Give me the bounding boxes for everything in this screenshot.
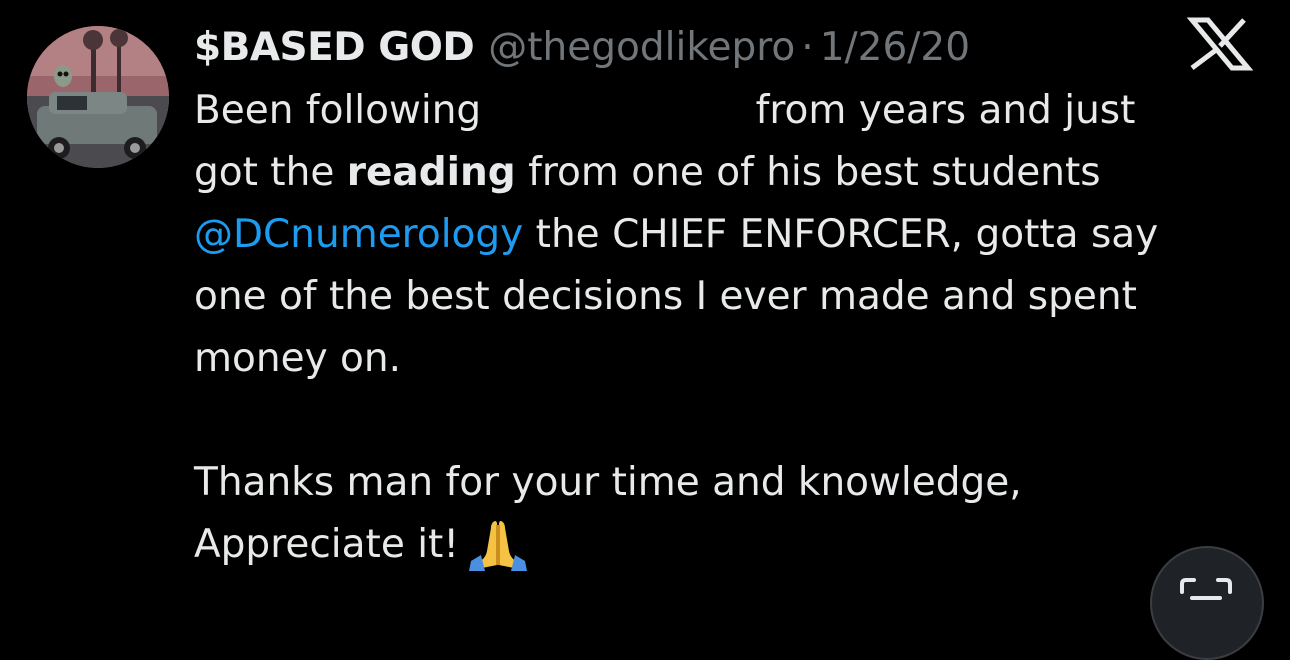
- x-logo-icon: [1178, 16, 1258, 72]
- display-name[interactable]: $BASED GOD: [194, 20, 475, 76]
- avatar-image: [27, 26, 169, 168]
- tweet-text: from years and just: [755, 88, 1136, 133]
- scan-text-icon: [1180, 578, 1232, 600]
- folded-hands-emoji: [467, 515, 529, 571]
- tweet-text: Thanks man for your time and knowledge,: [194, 460, 1022, 505]
- tweet-body: Been following from years and just got t…: [194, 80, 1274, 576]
- tweet-line-3: @DCnumerology the CHIEF ENFORCER, gotta …: [194, 204, 1274, 266]
- tweet-line-1: Been following from years and just: [194, 80, 1274, 142]
- tweet-line-5: money on.: [194, 328, 1274, 390]
- mention-link[interactable]: @DCnumerology: [194, 212, 523, 257]
- tweet-text: the CHIEF ENFORCER, gotta say: [523, 212, 1159, 257]
- tweet-text: got the: [194, 150, 347, 195]
- tweet-line-4: one of the best decisions I ever made an…: [194, 266, 1274, 328]
- tweet-header: $BASED GOD @thegodlikepro · 1/26/20: [194, 20, 970, 76]
- tweet-text: Been following: [194, 88, 482, 133]
- tweet-line-2: got the reading from one of his best stu…: [194, 142, 1274, 204]
- tweet-line-6: Thanks man for your time and knowledge,: [194, 452, 1274, 514]
- separator-dot: ·: [801, 25, 814, 70]
- tweet-text: money on.: [194, 336, 402, 381]
- bold-text: reading: [346, 150, 516, 195]
- user-handle[interactable]: @thegodlikepro: [488, 20, 795, 76]
- tweet-text: one of the best decisions I ever made an…: [194, 274, 1137, 319]
- avatar[interactable]: [27, 26, 169, 168]
- tweet-date[interactable]: 1/26/20: [820, 20, 970, 76]
- tweet-card: $BASED GOD @thegodlikepro · 1/26/20 Been…: [0, 0, 1290, 660]
- scan-text-button[interactable]: [1150, 546, 1264, 660]
- tweet-text: from one of his best students: [515, 150, 1101, 195]
- tweet-text: Appreciate it!: [194, 522, 459, 567]
- tweet-line-7: Appreciate it!: [194, 514, 1274, 576]
